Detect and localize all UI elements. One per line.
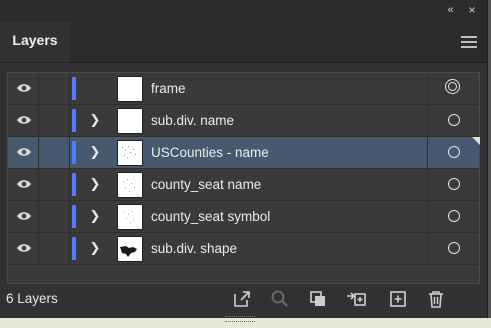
lock-toggle[interactable] [39,105,70,136]
layer-count: 6 Layers [6,291,58,306]
target-toggle[interactable] [427,169,480,200]
visibility-toggle[interactable] [8,201,39,232]
layer-name[interactable]: county_seat symbol [151,201,270,232]
target-icon [445,79,460,94]
layer-thumbnail [117,140,143,166]
layer-name[interactable]: frame [151,73,186,104]
panel-title-bar: « × [0,0,487,22]
lock-toggle[interactable] [39,201,70,232]
layer-color-bar [72,237,76,260]
visibility-toggle[interactable] [8,73,39,104]
panel-footer: 6 Layers [0,285,487,313]
layer-thumbnail [117,108,143,134]
trash-icon[interactable] [425,288,447,310]
layer-color-bar [72,109,76,132]
layer-list: frame ❯ sub.div. name ❯ USCounties - nam… [7,72,480,284]
lock-toggle[interactable] [39,169,70,200]
eye-icon [17,148,31,156]
close-panel-icon[interactable]: × [464,3,480,17]
target-toggle[interactable] [427,201,480,232]
export-icon[interactable] [231,288,253,310]
eye-icon [17,84,31,92]
eye-icon [17,116,31,124]
target-icon [448,178,460,190]
resize-grip-icon[interactable] [225,316,255,322]
visibility-toggle[interactable] [8,137,39,168]
chevron-right-icon[interactable]: ❯ [88,143,102,161]
target-toggle[interactable] [427,233,480,264]
new-layer-icon[interactable] [387,288,409,310]
layer-row[interactable]: ❯ sub.div. name [8,105,479,137]
chevron-right-icon[interactable]: ❯ [88,207,102,225]
layer-color-bar [72,141,76,164]
lock-toggle[interactable] [39,233,70,264]
eye-icon [17,180,31,188]
layer-thumbnail [117,236,143,262]
clipping-mask-icon[interactable] [307,288,329,310]
target-icon [448,114,460,126]
layer-thumbnail [117,172,143,198]
hamburger-menu-icon[interactable] [461,36,477,48]
tab-layers[interactable]: Layers [0,22,70,62]
target-toggle[interactable] [427,73,480,104]
chevron-right-icon[interactable]: ❯ [88,111,102,129]
layers-panel: « × Layers frame ❯ sub.div. name ❯ USCou… [0,0,488,324]
visibility-toggle[interactable] [8,169,39,200]
layer-row[interactable]: frame [8,73,479,105]
search-icon[interactable] [269,288,291,310]
target-icon [448,146,460,158]
layer-name[interactable]: county_seat name [151,169,261,200]
layer-row[interactable]: ❯ county_seat name [8,169,479,201]
layer-color-bar [72,173,76,196]
visibility-toggle[interactable] [8,233,39,264]
lock-toggle[interactable] [39,137,70,168]
layer-row[interactable]: ❯ sub.div. shape [8,233,479,265]
layer-thumbnail [117,204,143,230]
layer-row[interactable]: ❯ USCounties - name [8,137,480,169]
selection-indicator [472,137,480,145]
target-icon [448,242,460,254]
target-icon [448,210,460,222]
layer-name[interactable]: sub.div. name [151,105,234,136]
chevron-right-icon[interactable]: ❯ [88,175,102,193]
collapse-panel-icon[interactable]: « [441,3,459,17]
layer-thumbnail [117,76,143,102]
layer-name[interactable]: USCounties - name [151,137,269,168]
target-toggle[interactable] [427,137,480,168]
chevron-right-icon[interactable]: ❯ [88,239,102,257]
tab-bar: Layers [0,22,487,63]
eye-icon [17,212,31,220]
lock-toggle[interactable] [39,73,70,104]
layer-color-bar [72,205,76,228]
layer-row[interactable]: ❯ county_seat symbol [8,201,479,233]
visibility-toggle[interactable] [8,105,39,136]
layer-name[interactable]: sub.div. shape [151,233,237,264]
move-to-layer-icon[interactable] [345,288,367,310]
target-toggle[interactable] [427,105,480,136]
eye-icon [17,244,31,252]
layer-color-bar [72,77,76,100]
